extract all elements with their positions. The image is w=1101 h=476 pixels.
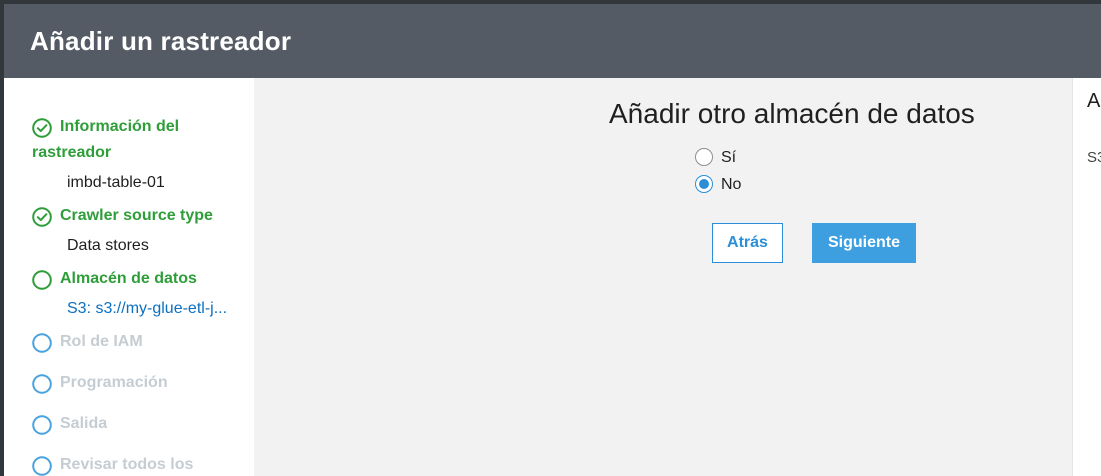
step-value-source-type: Data stores xyxy=(67,237,149,254)
step-label: Revisar todos los xyxy=(60,456,194,473)
circle-icon xyxy=(32,270,52,290)
radio-button[interactable] xyxy=(695,148,713,166)
circle-outline-icon xyxy=(32,333,52,353)
help-panel-title: A e xyxy=(1087,90,1101,112)
step-output: Salida xyxy=(32,411,232,437)
circle-outline-icon xyxy=(32,374,52,394)
radio-option-no[interactable]: No xyxy=(695,174,741,196)
check-circle-icon xyxy=(32,118,52,138)
back-button[interactable]: Atrás xyxy=(712,223,783,263)
next-button[interactable]: Siguiente xyxy=(812,223,916,263)
title-bar: Añadir un rastreador xyxy=(4,4,1101,78)
radio-option-yes[interactable]: Sí xyxy=(695,147,736,169)
circle-outline-icon xyxy=(32,415,52,435)
step-data-store[interactable]: Almacén de datos xyxy=(32,266,232,292)
page-title: Añadir un rastreador xyxy=(30,26,292,56)
step-schedule: Programación xyxy=(32,370,232,396)
wizard-steps-sidebar: Información del rastreador imbd-table-01… xyxy=(4,78,254,476)
step-iam-role: Rol de IAM xyxy=(32,329,232,355)
step-label: Crawler source type xyxy=(60,207,213,224)
radio-button[interactable] xyxy=(695,175,713,193)
section-heading: Añadir otro almacén de datos xyxy=(609,98,975,129)
step-review: Revisar todos los xyxy=(32,452,232,476)
step-value-data-store-link[interactable]: S3: s3://my-glue-etl-j... xyxy=(67,300,245,318)
step-crawler-info[interactable]: Información del rastreador xyxy=(32,114,232,166)
step-label: Información del rastreador xyxy=(32,118,180,161)
step-label: Rol de IAM xyxy=(60,333,143,350)
circle-outline-icon xyxy=(32,456,52,476)
check-circle-icon xyxy=(32,207,52,227)
step-label: Programación xyxy=(60,374,168,391)
step-label: Almacén de datos xyxy=(60,270,197,287)
main-content: Añadir otro almacén de datos Sí No Atrás… xyxy=(254,78,1072,476)
step-label: Salida xyxy=(60,415,108,432)
step-value-crawler-name: imbd-table-01 xyxy=(67,174,165,191)
crawler-wizard-window: Añadir un rastreador Información del ras… xyxy=(4,4,1101,476)
step-crawler-source-type[interactable]: Crawler source type xyxy=(32,203,232,229)
help-panel-text: S3 xyxy=(1087,149,1101,166)
help-panel: A e S3 xyxy=(1072,78,1101,476)
